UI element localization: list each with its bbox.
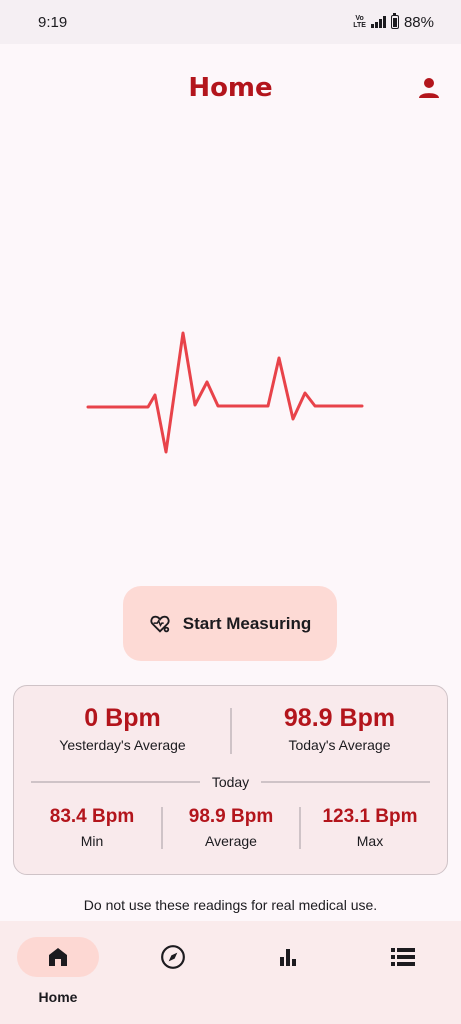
- average-value: 98.9 Bpm: [188, 806, 274, 827]
- volte-icon: Vo LTE: [353, 15, 366, 29]
- nav-item-history[interactable]: [362, 937, 444, 977]
- battery-percent: 88%: [403, 13, 434, 31]
- max-value: 123.1 Bpm: [322, 806, 418, 827]
- app-bar: Home: [0, 60, 461, 116]
- min-label: Min: [80, 833, 104, 849]
- average-stat: 98.9 Bpm Average: [160, 806, 302, 849]
- today-average-value: 98.9 Bpm: [283, 704, 396, 732]
- signal-icon: [370, 16, 386, 28]
- page-title: Home: [188, 73, 273, 103]
- nav-item-home[interactable]: Home: [17, 937, 99, 1005]
- medical-disclaimer: Do not use these readings for real medic…: [83, 897, 378, 913]
- person-icon: [419, 78, 439, 98]
- max-stat: 123.1 Bpm Max: [299, 806, 441, 849]
- compass-icon: [161, 945, 185, 969]
- today-section-divider: Today: [31, 772, 431, 792]
- nav-item-statistics[interactable]: [247, 937, 329, 977]
- yesterday-average-value: 0 Bpm: [84, 704, 161, 732]
- status-time: 9:19: [38, 13, 68, 31]
- heartbeat-ecg-graphic: [86, 331, 364, 454]
- status-bar: 9:19 Vo LTE 88%: [0, 0, 461, 44]
- nav-item-explore[interactable]: [132, 937, 214, 977]
- min-stat: 83.4 Bpm Min: [21, 806, 163, 849]
- heart-gear-icon: [150, 615, 170, 633]
- start-measuring-label: Start Measuring: [182, 613, 312, 633]
- bottom-navigation: Home: [0, 921, 461, 1024]
- max-label: Max: [356, 833, 384, 849]
- status-icons: Vo LTE 88%: [353, 13, 434, 31]
- profile-button[interactable]: [413, 72, 445, 104]
- today-section-label: Today: [211, 774, 250, 790]
- start-measuring-button[interactable]: Start Measuring: [123, 586, 337, 661]
- battery-icon: [390, 13, 399, 29]
- bar-chart-icon: [280, 949, 296, 966]
- min-value: 83.4 Bpm: [49, 806, 135, 827]
- nav-label-home: Home: [38, 989, 78, 1005]
- heart-rate-stats-card: 0 Bpm Yesterday's Average 98.9 Bpm Today…: [13, 685, 448, 875]
- today-average-stat: 98.9 Bpm Today's Average: [231, 704, 448, 753]
- yesterday-average-stat: 0 Bpm Yesterday's Average: [14, 704, 231, 753]
- list-icon: [391, 948, 415, 966]
- home-icon: [49, 948, 67, 966]
- today-average-label: Today's Average: [288, 737, 391, 753]
- average-label: Average: [205, 833, 257, 849]
- yesterday-average-label: Yesterday's Average: [59, 737, 186, 753]
